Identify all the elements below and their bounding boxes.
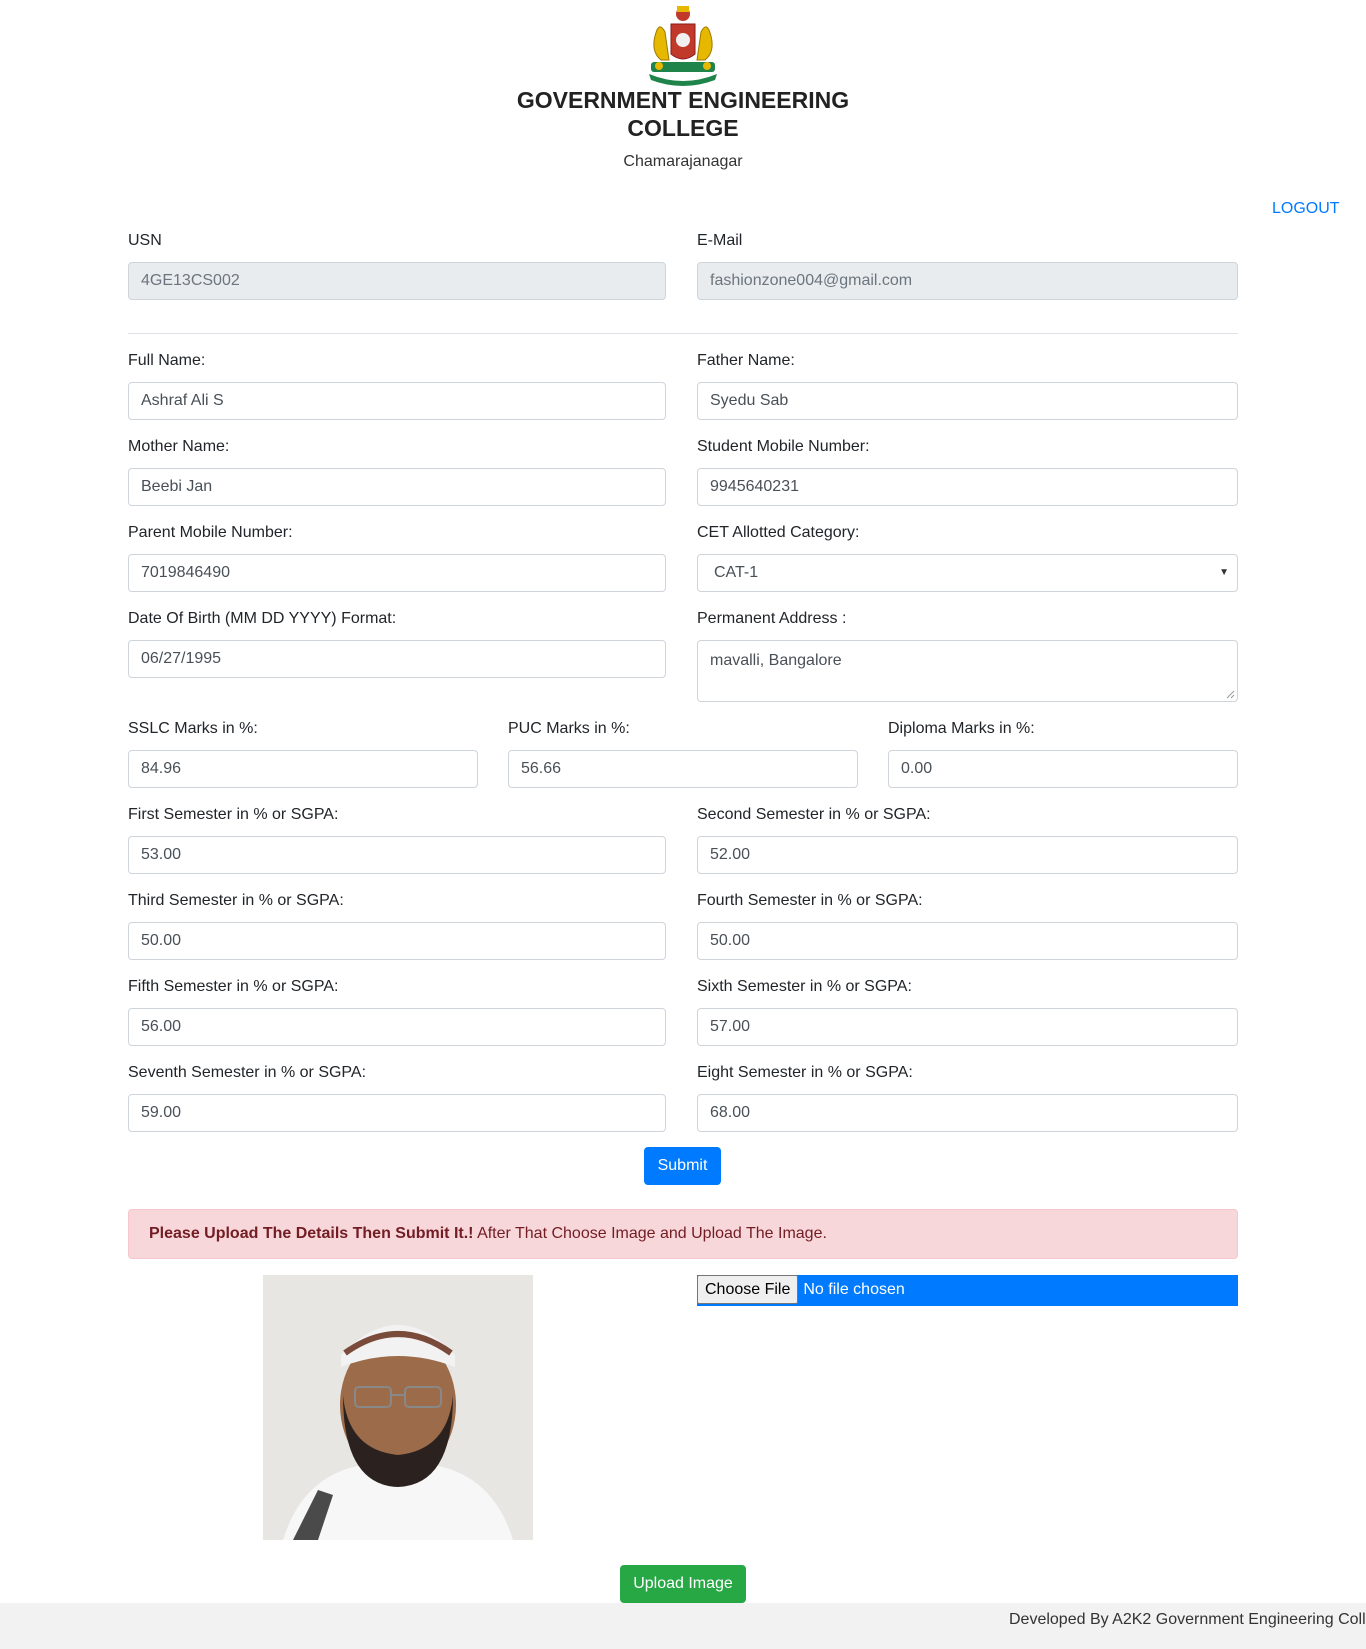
mother-name-label: Mother Name:	[128, 438, 230, 455]
alert-bold-text: Please Upload The Details Then Submit It…	[149, 1225, 474, 1242]
parent-mobile-label: Parent Mobile Number:	[128, 524, 293, 541]
student-mobile-label: Student Mobile Number:	[697, 438, 870, 455]
student-photo-image	[263, 1275, 533, 1540]
chevron-down-icon: ▼	[1219, 567, 1229, 578]
sem7-input[interactable]: 59.00	[128, 1094, 666, 1132]
sem1-input[interactable]: 53.00	[128, 836, 666, 874]
diploma-label: Diploma Marks in %:	[888, 720, 1035, 737]
student-mobile-input[interactable]: 9945640231	[697, 468, 1238, 506]
sem2-label: Second Semester in % or SGPA:	[697, 806, 931, 823]
upload-image-button[interactable]: Upload Image	[620, 1565, 746, 1603]
email-field[interactable]: fashionzone004@gmail.com	[697, 262, 1238, 300]
father-name-label: Father Name:	[697, 352, 795, 369]
full-name-input[interactable]: Ashraf Ali S	[128, 382, 666, 420]
file-status-text: No file chosen	[803, 1281, 905, 1298]
parent-mobile-input[interactable]: 7019846490	[128, 554, 666, 592]
sem8-input[interactable]: 68.00	[697, 1094, 1238, 1132]
sem6-input[interactable]: 57.00	[697, 1008, 1238, 1046]
sem7-label: Seventh Semester in % or SGPA:	[128, 1064, 367, 1081]
upload-alert: Please Upload The Details Then Submit It…	[128, 1209, 1238, 1259]
choose-file-button[interactable]: Choose File	[697, 1275, 799, 1304]
puc-label: PUC Marks in %:	[508, 720, 630, 737]
cet-category-select[interactable]: CAT-1 ▼	[697, 554, 1238, 592]
footer-text: Developed By A2K2 Government Engineering…	[1009, 1611, 1366, 1628]
college-title-line1: GOVERNMENT ENGINEERING	[516, 87, 850, 113]
sem5-label: Fifth Semester in % or SGPA:	[128, 978, 339, 995]
sem2-input[interactable]: 52.00	[697, 836, 1238, 874]
college-location: Chamarajanagar	[623, 153, 743, 170]
cet-category-label: CET Allotted Category:	[697, 524, 860, 541]
address-value: mavalli, Bangalore	[710, 652, 842, 669]
sem1-label: First Semester in % or SGPA:	[128, 806, 339, 823]
dob-label: Date Of Birth (MM DD YYYY) Format:	[128, 610, 397, 627]
usn-label: USN	[128, 232, 162, 249]
sem5-input[interactable]: 56.00	[128, 1008, 666, 1046]
dob-input[interactable]: 06/27/1995	[128, 640, 666, 678]
father-name-input[interactable]: Syedu Sab	[697, 382, 1238, 420]
submit-button[interactable]: Submit	[644, 1147, 721, 1185]
sslc-input[interactable]: 84.96	[128, 750, 478, 788]
full-name-label: Full Name:	[128, 352, 206, 369]
divider	[128, 333, 1238, 334]
sem8-label: Eight Semester in % or SGPA:	[697, 1064, 913, 1081]
address-label: Permanent Address :	[697, 610, 847, 627]
diploma-input[interactable]: 0.00	[888, 750, 1238, 788]
sem4-input[interactable]: 50.00	[697, 922, 1238, 960]
email-label: E-Mail	[697, 232, 743, 249]
college-title-line2: COLLEGE	[627, 115, 739, 141]
college-title: GOVERNMENT ENGINEERING COLLEGE	[483, 86, 883, 142]
logout-link[interactable]: LOGOUT	[1272, 200, 1340, 218]
alert-text: After That Choose Image and Upload The I…	[473, 1225, 827, 1242]
puc-input[interactable]: 56.66	[508, 750, 858, 788]
mother-name-input[interactable]: Beebi Jan	[128, 468, 666, 506]
cet-category-value: CAT-1	[714, 564, 759, 581]
sem4-label: Fourth Semester in % or SGPA:	[697, 892, 923, 909]
address-textarea[interactable]: mavalli, Bangalore	[697, 640, 1238, 702]
usn-field[interactable]: 4GE13CS002	[128, 262, 666, 300]
karnataka-emblem-logo	[649, 6, 717, 86]
footer: Developed By A2K2 Government Engineering…	[0, 1603, 1366, 1649]
file-input[interactable]: Choose File No file chosen	[697, 1275, 1238, 1306]
sem6-label: Sixth Semester in % or SGPA:	[697, 978, 912, 995]
student-photo	[263, 1275, 533, 1540]
sem3-input[interactable]: 50.00	[128, 922, 666, 960]
sem3-label: Third Semester in % or SGPA:	[128, 892, 344, 909]
resize-grip-icon[interactable]	[1226, 690, 1235, 699]
sslc-label: SSLC Marks in %:	[128, 720, 258, 737]
